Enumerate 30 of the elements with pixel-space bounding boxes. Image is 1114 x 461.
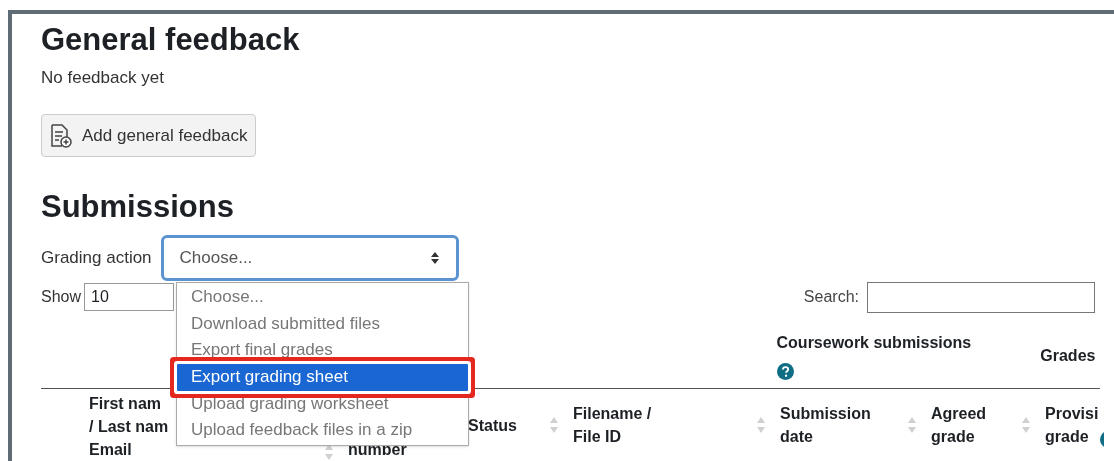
column-heading: First nam / Last nam Email (89, 394, 169, 460)
sort-icon[interactable] (907, 416, 917, 434)
sort-icon[interactable] (549, 416, 559, 434)
help-icon[interactable] (776, 363, 794, 380)
section-heading: Submissions (41, 188, 235, 226)
search-label: Search: (803, 287, 859, 307)
grading-action-select[interactable]: Choose... (160, 235, 459, 281)
feedback-message: No feedback yet (41, 67, 165, 89)
column-group-heading: Grades (1040, 346, 1097, 366)
column-heading: Submission date (780, 404, 871, 447)
column-heading: Status (468, 415, 517, 436)
grading-action-label: Grading action (41, 247, 152, 270)
show-select[interactable]: 10 (84, 283, 175, 311)
column-group-heading: Coursework submissions (776, 333, 973, 353)
dropdown-option[interactable]: Choose... (177, 284, 468, 311)
sort-icon[interactable] (324, 443, 334, 461)
search-field[interactable] (867, 281, 1095, 313)
column-heading: Filename / File ID (573, 404, 652, 447)
select-arrows-icon (429, 251, 440, 265)
document-add-icon (50, 123, 72, 148)
column-heading: Agreed grade (931, 404, 987, 447)
sort-icon[interactable] (756, 416, 766, 434)
section-heading: General feedback (41, 21, 301, 59)
sort-icon[interactable] (1021, 416, 1031, 434)
dropdown-option[interactable]: Download submitted files (177, 310, 468, 338)
column-heading: Provisi grade (1045, 404, 1099, 447)
dropdown-option[interactable]: Upload grading worksheet (177, 390, 468, 418)
show-label: Show (41, 287, 82, 307)
dropdown-option[interactable]: Export final grades (177, 337, 468, 365)
add-feedback-button[interactable]: Add general feedback (41, 114, 257, 157)
